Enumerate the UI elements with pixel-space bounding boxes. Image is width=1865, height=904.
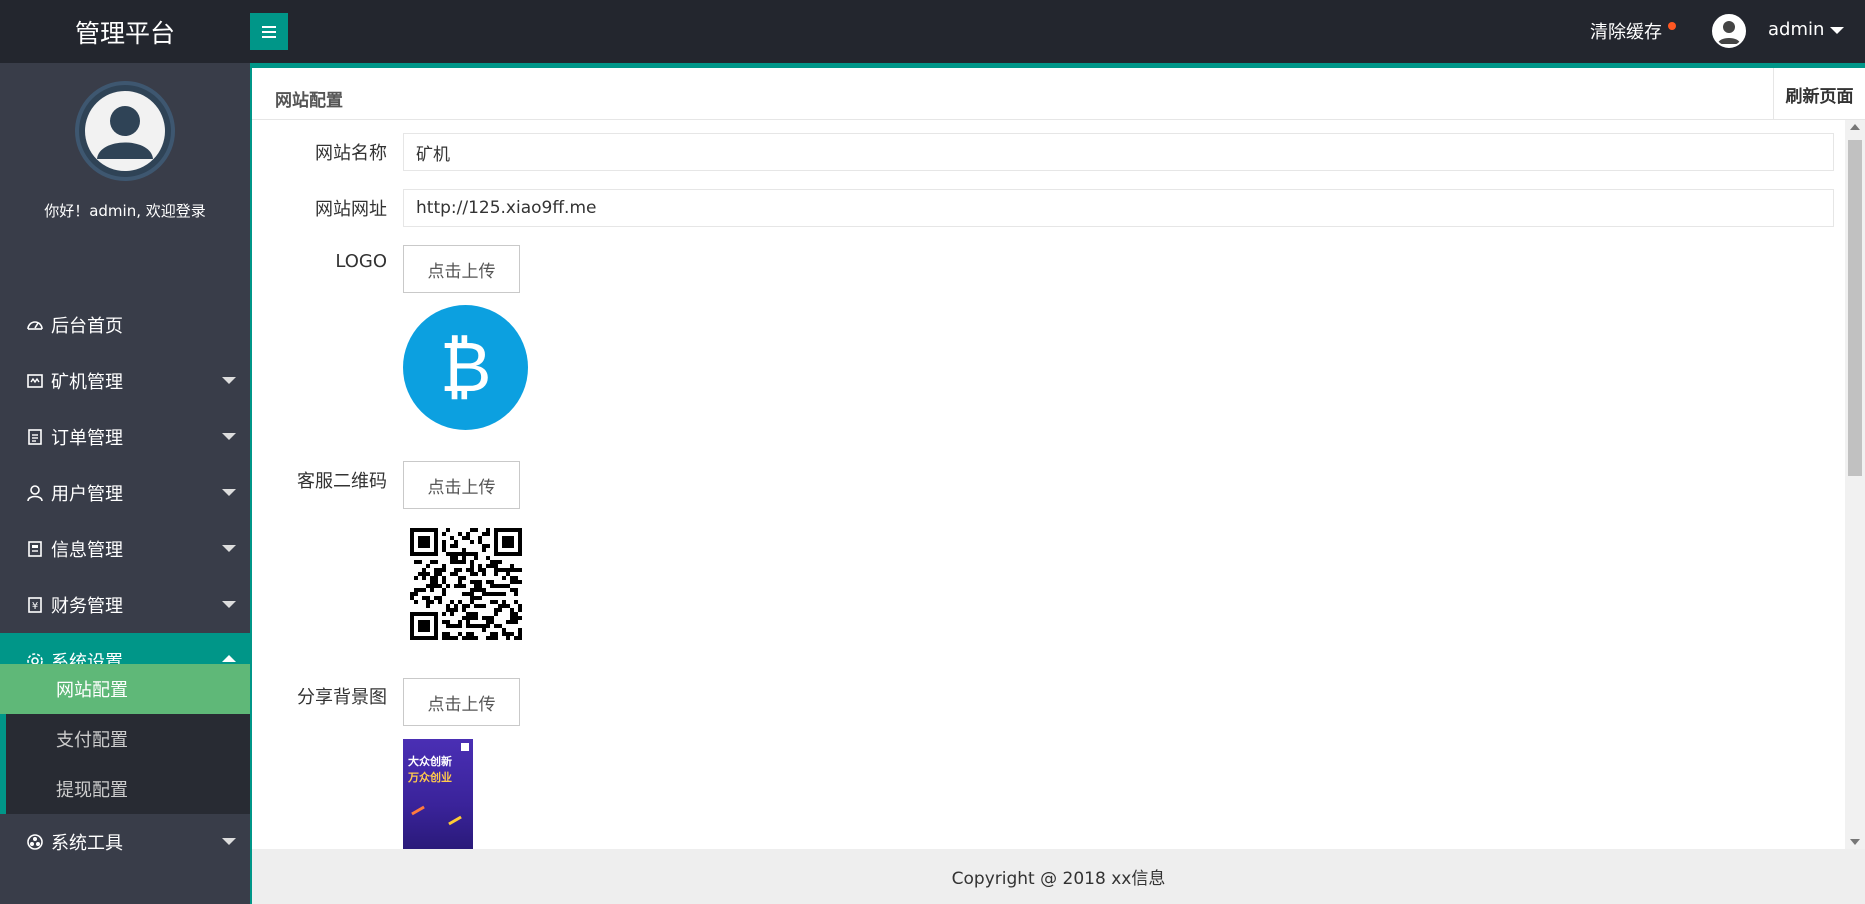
sidebar-item-label: 后台首页 [51,316,123,337]
chevron-down-icon [222,433,236,440]
menu-toggle-button[interactable] [250,13,288,50]
copyright-text: Copyright @ 2018 xx信息 [951,869,1166,889]
top-bar: 管理平台 清除缓存 admin [0,0,1865,63]
tab-site-config[interactable]: 网站配置 [275,86,343,111]
sidebar-item-label: 财务管理 [51,596,123,617]
sidebar-subitem-label: 支付配置 [56,730,128,751]
svg-text:₿: ₿ [440,326,492,408]
user-avatar-icon [85,91,165,171]
share-background-upload-button[interactable]: 点击上传 [403,678,520,726]
chevron-down-icon [1830,26,1845,34]
avatar[interactable] [1712,14,1746,48]
poster-headline: 大众创新 [408,755,452,768]
miner-icon [25,371,45,391]
site-url-label: 网站网址 [315,199,387,220]
poster-subheadline: 万众创业 [408,771,452,784]
sidebar-avatar [75,81,175,181]
sidebar-item-users[interactable]: 用户管理 [0,465,250,521]
scroll-down-arrow-icon[interactable] [1850,839,1860,845]
clear-cache-label: 清除缓存 [1590,22,1662,43]
settings-form: 网站名称 网站网址 LOGO 点击上传 ₿ 客服二维码 点击上传 分享背景图 点… [252,120,1845,849]
chevron-up-icon [222,655,236,662]
qr-code-upload-button[interactable]: 点击上传 [403,461,520,509]
username-label: admin [1768,19,1825,40]
welcome-text: 你好！admin, 欢迎登录 [44,202,206,220]
chevron-down-icon [222,601,236,608]
sidebar-item-miners[interactable]: 矿机管理 [0,353,250,409]
finance-icon: ¥ [25,595,45,615]
tools-icon [25,832,45,852]
refresh-page-button[interactable]: 刷新页面 [1773,68,1865,120]
chevron-down-icon [222,489,236,496]
sidebar-item-info[interactable]: 信息管理 [0,521,250,577]
site-url-input[interactable] [403,189,1834,227]
sidebar-subitem-site-config[interactable]: 网站配置 [0,664,250,714]
scrollbar-thumb[interactable] [1848,140,1862,476]
notification-dot [1668,22,1676,30]
logo-preview-image: ₿ [403,305,528,430]
footer: Copyright @ 2018 xx信息 [252,849,1865,904]
order-icon [25,427,45,447]
poster-decoration [448,815,462,826]
user-menu[interactable]: admin [1768,19,1845,40]
sidebar-item-orders[interactable]: 订单管理 [0,409,250,465]
logo-upload-button[interactable]: 点击上传 [403,245,520,293]
sidebar-item-label: 矿机管理 [51,372,123,393]
info-icon [25,539,45,559]
sidebar-item-label: 用户管理 [51,484,123,505]
brand-title: 管理平台 [74,18,175,48]
hamburger-icon [262,25,276,38]
share-background-label: 分享背景图 [297,687,387,708]
share-background-preview: 大众创新 万众创业 [403,739,473,849]
sidebar-item-system-tools[interactable]: 系统工具 [0,814,250,870]
site-name-input[interactable] [403,133,1834,171]
sidebar-item-label: 系统工具 [51,833,123,854]
sidebar-item-dashboard[interactable]: 后台首页 [0,297,250,353]
user-avatar-icon [1718,21,1740,44]
svg-text:¥: ¥ [32,601,38,612]
dashboard-icon [25,315,45,335]
chevron-down-icon [222,377,236,384]
submenu-system-settings: 网站配置 支付配置 提现配置 [0,664,250,814]
bitcoin-icon: ₿ [403,305,528,430]
sidebar-subitem-label: 网站配置 [56,680,128,701]
qr-code-image [410,528,522,640]
sidebar-subitem-label: 提现配置 [56,780,128,801]
tab-bar: 网站配置 刷新页面 [252,63,1865,120]
sidebar-subitem-payment-config[interactable]: 支付配置 [0,714,250,764]
site-name-label: 网站名称 [315,143,387,164]
poster-decoration [411,805,425,816]
chevron-down-icon [222,838,236,845]
logo-label: LOGO [335,251,387,272]
poster-qr-icon [461,743,469,751]
user-icon [25,483,45,503]
qr-code-icon [410,528,522,640]
sidebar: 你好！admin, 欢迎登录 后台首页 矿机管理 订单管理 用户管理 信息管理 … [0,63,250,904]
qr-code-label: 客服二维码 [297,471,387,492]
clear-cache-button[interactable]: 清除缓存 [1590,18,1676,44]
content-scrollbar[interactable] [1845,120,1865,849]
sidebar-item-label: 信息管理 [51,540,123,561]
sidebar-item-finance[interactable]: ¥ 财务管理 [0,577,250,633]
sidebar-item-label: 订单管理 [51,428,123,449]
sidebar-subitem-withdraw-config[interactable]: 提现配置 [0,764,250,814]
chevron-down-icon [222,545,236,552]
scroll-up-arrow-icon[interactable] [1850,124,1860,130]
